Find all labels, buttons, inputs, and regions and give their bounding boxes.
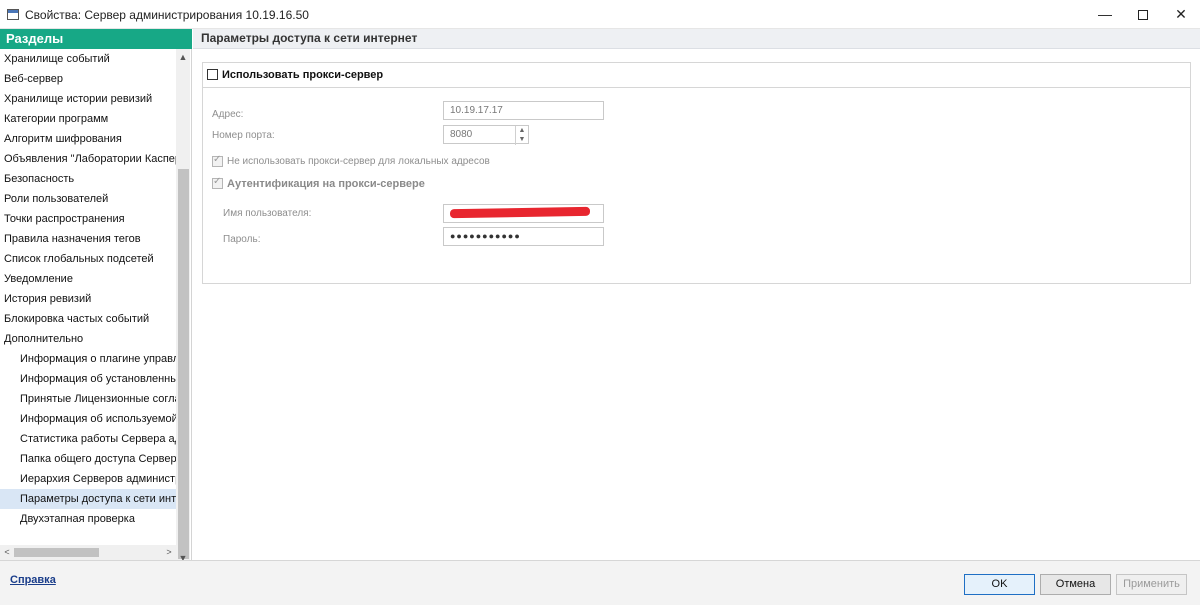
sidebar-item-server-hierarchy[interactable]: Иерархия Серверов администрирова [0,469,176,489]
no-local-proxy-checkbox[interactable] [212,154,223,167]
port-value: 8080 [450,129,473,140]
sidebar-item-frequent-events[interactable]: Блокировка частых событий [0,309,176,329]
sidebar-item-advanced[interactable]: Дополнительно [0,329,176,349]
sections-sidebar: Разделы Хранилище событий Веб-сервер Хра… [0,29,192,574]
dialog-footer: Справка OK Отмена Применить [0,560,1200,605]
proxy-auth-checkbox[interactable] [212,176,223,189]
sidebar-item-shared-folder[interactable]: Папка общего доступа Сервера адми [0,449,176,469]
address-label: Адрес: [212,109,244,120]
scroll-right-icon[interactable]: > [162,545,176,560]
proxy-panel-header: Использовать прокси-сервер [203,63,1190,88]
sidebar-item-app-categories[interactable]: Категории программ [0,109,176,129]
scroll-up-icon[interactable]: ▲ [176,49,190,65]
sidebar-item-user-roles[interactable]: Роли пользователей [0,189,176,209]
sidebar-item-tag-rules[interactable]: Правила назначения тегов [0,229,176,249]
sidebar-horizontal-scrollbar[interactable]: < > [0,545,176,560]
sidebar-item-notification[interactable]: Уведомление [0,269,176,289]
sidebar-item-license-agreements[interactable]: Принятые Лицензионные соглашения [0,389,176,409]
page-title: Параметры доступа к сети интернет [201,31,418,45]
ok-button[interactable]: OK [964,574,1035,595]
horizontal-scroll-thumb[interactable] [14,548,99,557]
sidebar-item-server-stats[interactable]: Статистика работы Сервера админи [0,429,176,449]
scroll-left-icon[interactable]: < [0,545,14,560]
sidebar-item-revision-history[interactable]: История ревизий [0,289,176,309]
vertical-scroll-thumb[interactable] [178,169,189,559]
port-spinner[interactable]: ▲ ▼ [515,126,528,145]
spin-up-icon[interactable]: ▲ [516,126,528,135]
username-field[interactable] [443,204,604,223]
sidebar-item-plugin-info[interactable]: Информация о плагине управления С [0,349,176,369]
sidebar-item-internet-access[interactable]: Параметры доступа к сети интернет [0,489,176,509]
sidebar-item-encryption[interactable]: Алгоритм шифрования [0,129,176,149]
maximize-icon [1138,10,1148,21]
cancel-button[interactable]: Отмена [1040,574,1111,595]
help-link[interactable]: Справка [10,574,56,586]
window-title: Свойства: Сервер администрирования 10.19… [25,8,309,22]
content-header: Параметры доступа к сети интернет [193,29,1200,49]
sidebar-item-security[interactable]: Безопасность [0,169,176,189]
title-bar: Свойства: Сервер администрирования 10.19… [0,0,1200,29]
sidebar-vertical-scrollbar[interactable]: ▲ ▼ [176,49,190,574]
proxy-settings-panel: Использовать прокси-сервер Адрес: 10.19.… [202,62,1191,284]
port-field[interactable]: 8080 ▲ ▼ [443,125,529,145]
use-proxy-checkbox[interactable] [207,69,218,80]
password-field[interactable]: ●●●●●●●●●●● [443,227,604,246]
username-label: Имя пользователя: [223,208,312,219]
redaction-mark [449,206,591,219]
password-label: Пароль: [223,234,261,245]
sidebar-item-database-info[interactable]: Информация об используемой базе д [0,409,176,429]
sidebar-item-global-subnets[interactable]: Список глобальных подсетей [0,249,176,269]
sidebar-item-event-storage[interactable]: Хранилище событий [0,49,176,69]
port-label: Номер порта: [212,130,275,141]
address-field[interactable]: 10.19.17.17 [443,101,604,120]
sidebar-item-distribution-points[interactable]: Точки распространения [0,209,176,229]
sidebar-item-revision-storage[interactable]: Хранилище истории ревизий [0,89,176,109]
sidebar-item-announcements[interactable]: Объявления "Лаборатории Касперского" [0,149,176,169]
window-app-icon [7,9,19,20]
sidebar-item-web-server[interactable]: Веб-сервер [0,69,176,89]
sidebar-header: Разделы [0,29,192,49]
sidebar-item-two-step-verification[interactable]: Двухэтапная проверка [0,509,176,529]
proxy-auth-label: Аутентификация на прокси-сервере [227,178,425,190]
sidebar-item-installed-plugins[interactable]: Информация об установленных плаги [0,369,176,389]
use-proxy-label: Использовать прокси-сервер [222,69,384,81]
no-local-proxy-label: Не использовать прокси-сервер для локаль… [227,156,490,167]
apply-button[interactable]: Применить [1116,574,1187,595]
close-button[interactable]: ✕ [1158,0,1200,29]
spin-down-icon[interactable]: ▼ [516,135,528,144]
sections-tree: Хранилище событий Веб-сервер Хранилище и… [0,49,176,573]
